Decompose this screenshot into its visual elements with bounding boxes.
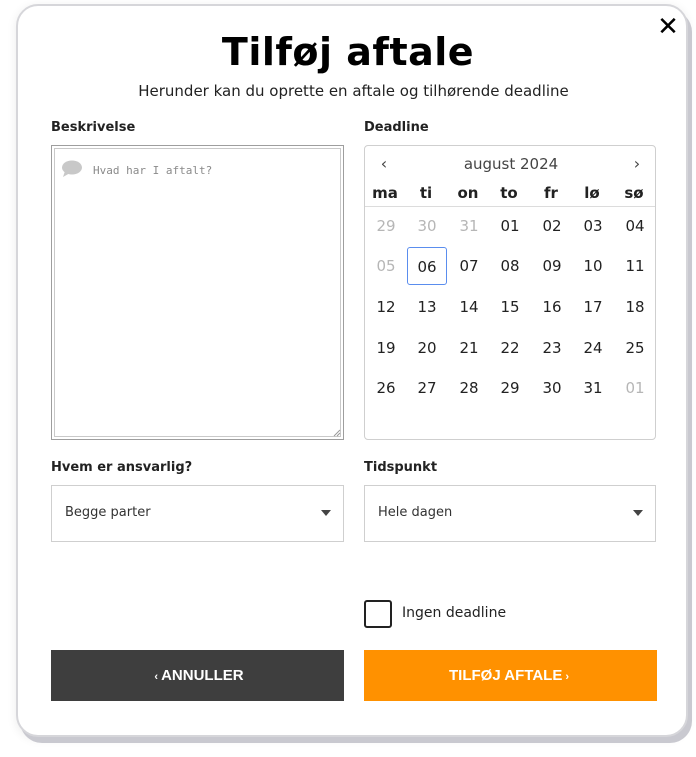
chevron-right-icon[interactable]: › [627,154,647,173]
calendar-day[interactable]: 31 [449,207,489,245]
calendar-day[interactable]: 29 [366,207,406,245]
calendar-day[interactable]: 15 [490,288,530,326]
time-label: Tidspunkt [364,460,438,475]
resize-handle-icon[interactable] [333,429,341,437]
calendar-weekday: ti [419,184,433,202]
calendar-day[interactable]: 01 [615,369,655,407]
add-agreement-button[interactable]: TILFØJ AFTALE › [364,650,657,701]
calendar-day[interactable]: 22 [490,329,530,367]
cancel-button[interactable]: ‹ ANNULLER [51,650,344,701]
calendar-day[interactable]: 28 [449,369,489,407]
calendar-day[interactable]: 12 [366,288,406,326]
calendar-weekday: fr [544,184,558,202]
caret-down-icon [633,510,643,516]
no-deadline-checkbox[interactable] [364,600,392,628]
calendar-day[interactable]: 01 [490,207,530,245]
calendar-day[interactable]: 21 [449,329,489,367]
calendar-weekday: lø [584,184,600,202]
deadline-calendar: ‹ august 2024 › ma ti on to fr lø sø 29 30 31 01 0… [364,145,656,440]
calendar-day[interactable]: 29 [490,369,530,407]
no-deadline-label[interactable]: Ingen deadline [402,605,506,621]
responsible-select[interactable]: Begge parter [51,485,344,542]
calendar-day[interactable]: 03 [573,207,613,245]
time-select[interactable]: Hele dagen [364,485,656,542]
calendar-day[interactable]: 02 [532,207,572,245]
dialog-subtitle: Herunder kan du oprette en aftale og til… [138,82,569,100]
calendar-day[interactable]: 06 [407,247,447,285]
caret-down-icon [321,510,331,516]
calendar-day[interactable]: 08 [490,247,530,285]
calendar-day[interactable]: 09 [532,247,572,285]
calendar-day[interactable]: 25 [615,329,655,367]
responsible-label: Hvem er ansvarlig? [51,460,193,475]
deadline-label: Deadline [364,120,429,135]
calendar-day[interactable]: 23 [532,329,572,367]
calendar-day[interactable]: 30 [532,369,572,407]
calendar-weekday: sø [624,184,644,202]
description-placeholder: Hvad har I aftalt? [93,164,213,177]
chevron-right-icon: › [565,671,569,683]
calendar-day[interactable]: 13 [407,288,447,326]
time-select-value: Hele dagen [378,505,453,520]
calendar-day[interactable]: 05 [366,247,406,285]
responsible-select-value: Begge parter [65,505,151,520]
add-agreement-button-label: TILFØJ AFTALE [449,667,563,684]
calendar-weekday: to [500,184,518,202]
calendar-day[interactable]: 07 [449,247,489,285]
calendar-day[interactable]: 14 [449,288,489,326]
description-textarea[interactable]: Hvad har I aftalt? [51,145,344,440]
calendar-day[interactable]: 26 [366,369,406,407]
calendar-day[interactable]: 10 [573,247,613,285]
calendar-day[interactable]: 18 [615,288,655,326]
calendar-day[interactable]: 20 [407,329,447,367]
calendar-day[interactable]: 30 [407,207,447,245]
calendar-weekday: ma [372,184,398,202]
calendar-day[interactable]: 11 [615,247,655,285]
description-label: Beskrivelse [51,120,136,135]
calendar-day[interactable]: 24 [573,329,613,367]
calendar-day[interactable]: 16 [532,288,572,326]
calendar-day[interactable]: 31 [573,369,613,407]
textarea-inner-border [54,148,341,437]
cancel-button-label: ANNULLER [161,667,244,684]
calendar-day[interactable]: 17 [573,288,613,326]
calendar-day[interactable]: 19 [366,329,406,367]
calendar-day[interactable]: 27 [407,369,447,407]
calendar-month-label: august 2024 [463,155,559,173]
speech-bubble-icon [62,160,82,177]
dialog-title: Tilføj aftale [221,30,475,74]
chevron-left-icon: ‹ [154,671,159,683]
calendar-day[interactable]: 04 [615,207,655,245]
calendar-weekday: on [457,184,479,202]
